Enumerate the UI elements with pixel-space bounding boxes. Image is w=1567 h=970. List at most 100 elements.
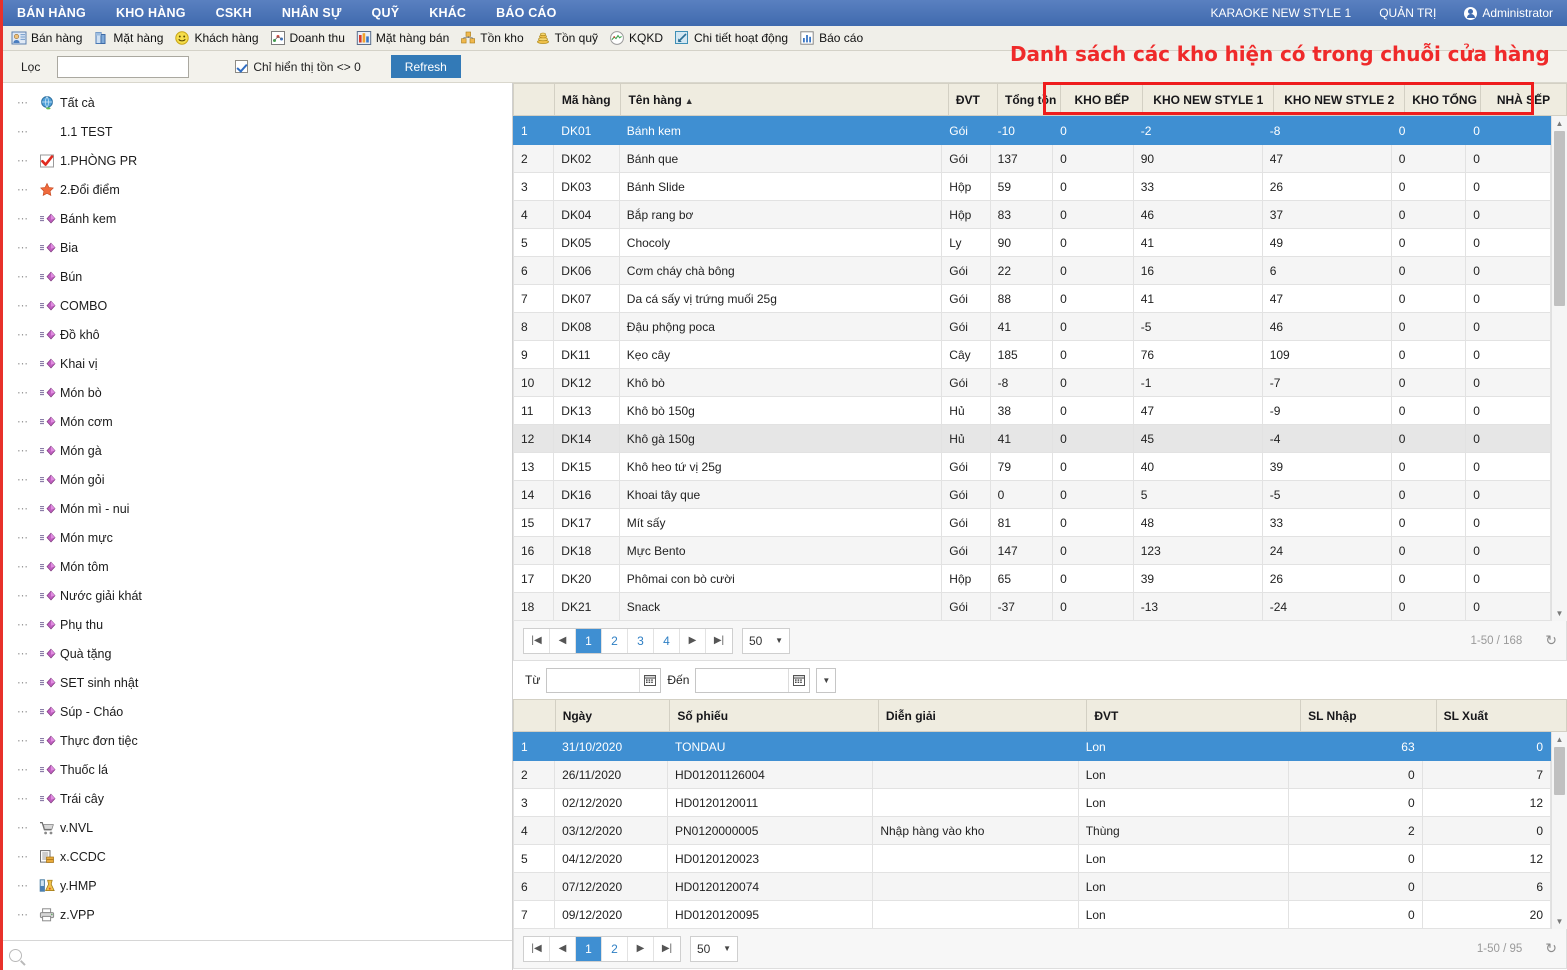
show-nonzero-checkbox[interactable]: Chỉ hiển thị tồn <> 0	[235, 60, 361, 74]
sidebar-item[interactable]: ⋯ Thuốc lá	[3, 755, 512, 784]
detail-col-note[interactable]: Diễn giải	[877, 699, 1088, 732]
next-page-button[interactable]: ▶	[628, 936, 654, 961]
sidebar-item[interactable]: ⋯ SET sinh nhật	[3, 668, 512, 697]
table-row[interactable]: 16 DK18 Mực Bento Gói 147 0 123 24 0 0	[513, 536, 1551, 565]
sidebar-item[interactable]: ⋯ Quà tặng	[3, 639, 512, 668]
sidebar-item[interactable]: ⋯ Súp - Cháo	[3, 697, 512, 726]
calendar-icon[interactable]	[639, 668, 660, 692]
date-from-field[interactable]	[546, 667, 662, 693]
table-row[interactable]: 15 DK17 Mít sấy Gói 81 0 48 33 0 0	[513, 508, 1551, 537]
sidebar-item[interactable]: ⋯ Món mì - nui	[3, 494, 512, 523]
toolbar-khach-hang[interactable]: Khách hàng	[172, 27, 267, 49]
toolbar-mat-hang-ban[interactable]: Mặt hàng bán	[354, 27, 458, 49]
sidebar-item[interactable]: ⋯ Bún	[3, 262, 512, 291]
table-row[interactable]: 17 DK20 Phômai con bò cười Hộp 65 0 39 26 0 0	[513, 564, 1551, 593]
toolbar-kqkd[interactable]: KQKD	[607, 27, 672, 49]
sidebar-item[interactable]: ⋯ Món bò	[3, 378, 512, 407]
page-button-3[interactable]: 3	[628, 628, 654, 653]
page-button-1[interactable]: 1	[576, 936, 602, 961]
sidebar-item[interactable]: ⋯ 1.1 TEST	[3, 117, 512, 146]
filter-input[interactable]	[57, 55, 190, 78]
first-page-button[interactable]: |◀	[524, 628, 550, 653]
stock-col-nha-sep[interactable]: NHÀ SẾP	[1479, 83, 1567, 116]
page-button-2[interactable]: 2	[602, 936, 628, 961]
sidebar-item[interactable]: ⋯ Món gỏi	[3, 465, 512, 494]
admin-menu[interactable]: QUẢN TRỊ	[1365, 0, 1450, 26]
table-row[interactable]: 1 31/10/2020 TONDAU Lon 63 0	[513, 732, 1552, 761]
stock-col-kho-bep[interactable]: KHO BẾP	[1060, 83, 1144, 116]
stock-col-code[interactable]: Mã hàng	[553, 83, 622, 116]
table-row[interactable]: 13 DK15 Khô heo tứ vị 25g Gói 79 0 40 39 0 0	[513, 452, 1551, 481]
sidebar-item[interactable]: ⋯ Món gà	[3, 436, 512, 465]
table-row[interactable]: 12 DK14 Khô gà 150g Hủ 41 0 45 -4 0 0	[513, 424, 1551, 453]
table-row[interactable]: 7 DK07 Da cá sấy vị trứng muối 25g Gói 88 0 41…	[513, 284, 1551, 313]
sidebar-item[interactable]: ⋯ Khai vị	[3, 349, 512, 378]
sidebar-item[interactable]: ⋯ Bia	[3, 233, 512, 262]
detail-refresh-icon[interactable]: ↻	[1545, 940, 1557, 957]
table-row[interactable]: 3 DK03 Bánh Slide Hộp 59 0 33 26 0 0	[513, 172, 1551, 201]
page-button-4[interactable]: 4	[654, 628, 680, 653]
sidebar-item[interactable]: ⋯ Phụ thu	[3, 610, 512, 639]
scroll-down-icon[interactable]: ▼	[1552, 914, 1567, 929]
table-row[interactable]: 9 DK11 Kẹo cây Cây 185 0 76 109 0 0	[513, 340, 1551, 369]
sidebar-item[interactable]: ⋯ x.CCDC	[3, 842, 512, 871]
sidebar-item[interactable]: ⋯ Thực đơn tiệc	[3, 726, 512, 755]
detail-page-size-select[interactable]: 50 ▼	[690, 935, 738, 962]
next-page-button[interactable]: ▶	[680, 628, 706, 653]
scroll-thumb[interactable]	[1554, 747, 1565, 795]
sidebar-item[interactable]: ⋯ Nước giải khát	[3, 581, 512, 610]
table-row[interactable]: 5 04/12/2020 HD0120120023 Lon 0 12	[513, 844, 1552, 873]
sidebar-item[interactable]: ⋯ Món tôm	[3, 552, 512, 581]
sidebar-item[interactable]: ⋯ 2.Đổi điểm	[3, 175, 512, 204]
sidebar-item[interactable]: ⋯ Bánh kem	[3, 204, 512, 233]
scroll-up-icon[interactable]: ▲	[1552, 732, 1567, 747]
sidebar-item[interactable]: ⋯ 1.PHÒNG PR	[3, 146, 512, 175]
stock-col-rownum[interactable]	[513, 83, 555, 116]
toolbar-mat-hang[interactable]: Mặt hàng	[91, 27, 172, 49]
menu-item-cskh[interactable]: CSKH	[201, 0, 267, 26]
table-row[interactable]: 7 09/12/2020 HD0120120095 Lon 0 20	[513, 900, 1552, 929]
scroll-up-icon[interactable]: ▲	[1552, 116, 1567, 131]
table-row[interactable]: 1 DK01 Bánh kem Gói -10 0 -2 -8 0 0	[513, 116, 1551, 145]
stock-col-name[interactable]: Tên hàng ▲	[620, 83, 949, 116]
toolbar-ton-kho[interactable]: Tồn kho	[458, 27, 532, 49]
table-row[interactable]: 11 DK13 Khô bò 150g Hủ 38 0 47 -9 0 0	[513, 396, 1551, 425]
toolbar-ban-hang[interactable]: Bán hàng	[9, 27, 91, 49]
table-row[interactable]: 2 DK02 Bánh que Gói 137 0 90 47 0 0	[513, 144, 1551, 173]
stock-grid-vertical-scrollbar[interactable]: ▲ ▼	[1551, 116, 1567, 621]
menu-item-bao-cao[interactable]: BÁO CÁO	[481, 0, 571, 26]
stock-col-kho-tong[interactable]: KHO TỔNG	[1404, 83, 1481, 116]
sidebar-item[interactable]: ⋯ Món cơm	[3, 407, 512, 436]
menu-item-kho-hang[interactable]: KHO HÀNG	[101, 0, 201, 26]
detail-col-rownum[interactable]	[513, 699, 556, 732]
prev-page-button[interactable]: ◀	[550, 628, 576, 653]
refresh-button[interactable]: Refresh	[390, 55, 461, 78]
stock-page-size-select[interactable]: 50 ▼	[742, 627, 790, 654]
detail-col-out[interactable]: SL Xuất	[1435, 699, 1567, 732]
table-row[interactable]: 4 03/12/2020 PN0120000005 Nhập hàng vào kho…	[513, 816, 1552, 845]
date-to-field[interactable]	[695, 667, 811, 693]
page-button-1[interactable]: 1	[576, 628, 602, 653]
table-row[interactable]: 18 DK21 Snack Gói -37 0 -13 -24 0 0	[513, 592, 1551, 621]
stock-refresh-icon[interactable]: ↻	[1545, 632, 1557, 649]
table-row[interactable]: 2 26/11/2020 HD01201126004 Lon 0 7	[513, 760, 1552, 789]
table-row[interactable]: 4 DK04 Bắp rang bơ Hộp 83 0 46 37 0 0	[513, 200, 1551, 229]
table-row[interactable]: 8 DK08 Đậu phộng poca Gói 41 0 -5 46 0 0	[513, 312, 1551, 341]
sidebar-item[interactable]: ⋯ v.NVL	[3, 813, 512, 842]
detail-col-in[interactable]: SL Nhập	[1300, 699, 1437, 732]
sidebar-item[interactable]: ⋯ COMBO	[3, 291, 512, 320]
date-preset-dropdown[interactable]: ▼	[816, 667, 837, 693]
menu-item-nhan-su[interactable]: NHÂN SỰ	[267, 0, 357, 26]
prev-page-button[interactable]: ◀	[550, 936, 576, 961]
calendar-icon[interactable]	[788, 668, 809, 692]
sidebar-item[interactable]: ⋯ Đồ khô	[3, 320, 512, 349]
stock-col-kho-ns2[interactable]: KHO NEW STYLE 2	[1273, 83, 1406, 116]
last-page-button[interactable]: ▶|	[706, 628, 732, 653]
stock-col-kho-ns1[interactable]: KHO NEW STYLE 1	[1142, 83, 1275, 116]
table-row[interactable]: 14 DK16 Khoai tây que Gói 0 0 5 -5 0 0	[513, 480, 1551, 509]
menu-item-khac[interactable]: KHÁC	[414, 0, 481, 26]
stock-col-unit[interactable]: ĐVT	[947, 83, 999, 116]
toolbar-ton-quy[interactable]: Tồn quỹ	[533, 27, 607, 49]
table-row[interactable]: 6 07/12/2020 HD0120120074 Lon 0 6	[513, 872, 1552, 901]
table-row[interactable]: 5 DK05 Chocoly Ly 90 0 41 49 0 0	[513, 228, 1551, 257]
